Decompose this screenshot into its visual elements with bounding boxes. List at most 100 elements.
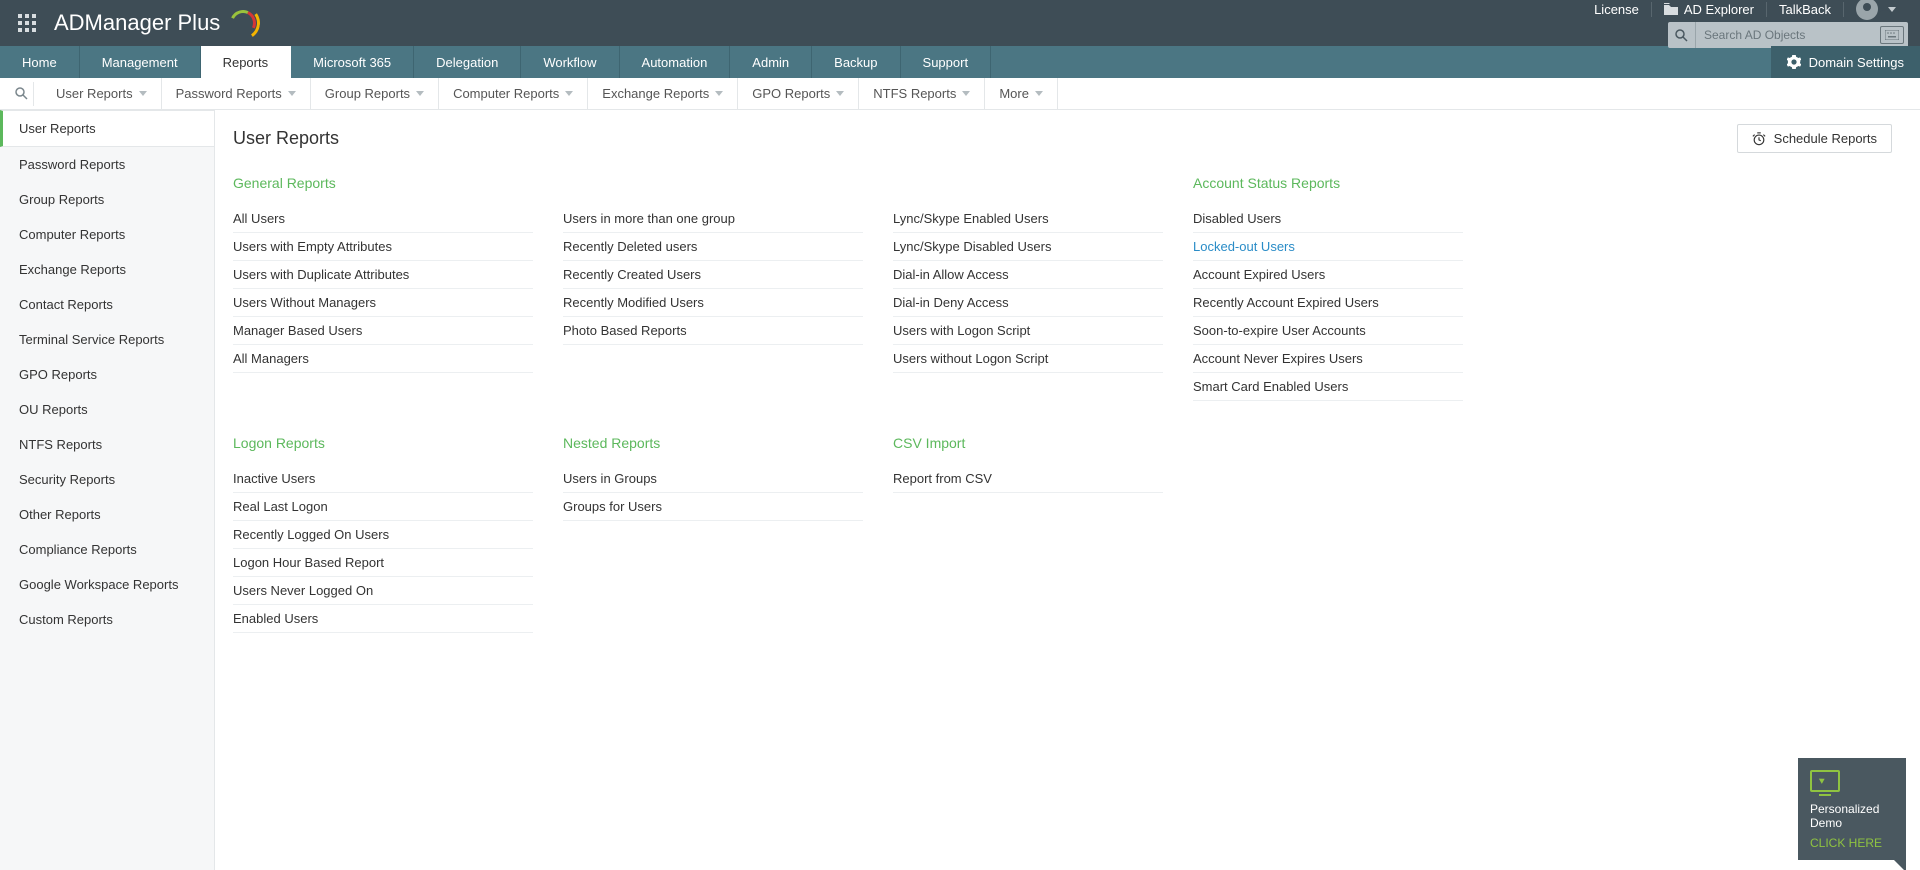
tab-microsoft-365[interactable]: Microsoft 365 [291,46,414,78]
sidebar-item-google-workspace-reports[interactable]: Google Workspace Reports [0,567,214,602]
tab-support[interactable]: Support [901,46,992,78]
report-link[interactable]: Recently Account Expired Users [1193,289,1463,317]
subnav-more[interactable]: More [985,78,1058,109]
report-link[interactable]: Soon-to-expire User Accounts [1193,317,1463,345]
keyboard-shortcut-icon [1880,26,1904,44]
tab-automation[interactable]: Automation [620,46,731,78]
report-link[interactable]: Dial-in Deny Access [893,289,1163,317]
sidebar-item-terminal-service-reports[interactable]: Terminal Service Reports [0,322,214,357]
report-link[interactable]: Disabled Users [1193,205,1463,233]
subnav-label: Computer Reports [453,86,559,101]
report-link[interactable]: Photo Based Reports [563,317,863,345]
report-link[interactable]: Users Without Managers [233,289,533,317]
report-link[interactable]: Users with Duplicate Attributes [233,261,533,289]
report-link[interactable]: Users in more than one group [563,205,863,233]
report-link[interactable]: Lync/Skype Disabled Users [893,233,1163,261]
demo-text-1: Personalized [1810,802,1894,816]
subnav-label: Password Reports [176,86,282,101]
license-link-label: License [1594,2,1639,17]
report-link[interactable]: Recently Created Users [563,261,863,289]
talkback-link[interactable]: TalkBack [1767,2,1844,17]
report-link[interactable]: Manager Based Users [233,317,533,345]
group-general-reports-col3: . Lync/Skype Enabled UsersLync/Skype Dis… [893,175,1193,401]
report-link[interactable]: Locked-out Users [1193,233,1463,261]
report-link[interactable]: All Managers [233,345,533,373]
report-link[interactable]: Logon Hour Based Report [233,549,533,577]
group-csv-import: CSV Import Report from CSV [893,435,1193,633]
subnav-gpo-reports[interactable]: GPO Reports [738,78,859,109]
user-menu[interactable] [1844,0,1908,20]
sidebar-item-ntfs-reports[interactable]: NTFS Reports [0,427,214,462]
report-link[interactable]: Account Never Expires Users [1193,345,1463,373]
tab-home[interactable]: Home [0,46,80,78]
license-link[interactable]: License [1582,2,1652,17]
sidebar-item-other-reports[interactable]: Other Reports [0,497,214,532]
report-link[interactable]: Users Never Logged On [233,577,533,605]
report-link[interactable]: Recently Deleted users [563,233,863,261]
group-general-reports: General Reports All UsersUsers with Empt… [233,175,563,401]
report-link[interactable]: Smart Card Enabled Users [1193,373,1463,401]
subnav-label: Exchange Reports [602,86,709,101]
sidebar-item-security-reports[interactable]: Security Reports [0,462,214,497]
report-link[interactable]: Inactive Users [233,465,533,493]
sidebar-item-exchange-reports[interactable]: Exchange Reports [0,252,214,287]
demo-cta[interactable]: CLICK HERE [1810,836,1894,850]
tab-reports[interactable]: Reports [201,46,292,78]
report-link[interactable]: Lync/Skype Enabled Users [893,205,1163,233]
subnav-group-reports[interactable]: Group Reports [311,78,439,109]
sidebar: User ReportsPassword ReportsGroup Report… [0,110,215,870]
subnav-ntfs-reports[interactable]: NTFS Reports [859,78,985,109]
report-link[interactable]: Users with Empty Attributes [233,233,533,261]
report-link[interactable]: Recently Logged On Users [233,521,533,549]
subnav-label: User Reports [56,86,133,101]
sidebar-item-ou-reports[interactable]: OU Reports [0,392,214,427]
sidebar-item-password-reports[interactable]: Password Reports [0,147,214,182]
subnav-search-icon[interactable] [10,82,34,106]
demo-card[interactable]: Personalized Demo CLICK HERE [1798,758,1906,860]
subnav-label: More [999,86,1029,101]
sidebar-item-user-reports[interactable]: User Reports [0,110,214,147]
chevron-down-icon [836,91,844,96]
subnav-label: GPO Reports [752,86,830,101]
gear-icon [1787,55,1801,69]
folder-icon [1664,3,1678,15]
report-link[interactable]: Dial-in Allow Access [893,261,1163,289]
report-link[interactable]: Users in Groups [563,465,863,493]
global-search[interactable] [1668,22,1908,48]
tab-workflow[interactable]: Workflow [521,46,619,78]
sidebar-item-compliance-reports[interactable]: Compliance Reports [0,532,214,567]
report-link[interactable]: Groups for Users [563,493,863,521]
subnav-user-reports[interactable]: User Reports [42,78,162,109]
sidebar-item-gpo-reports[interactable]: GPO Reports [0,357,214,392]
report-link[interactable]: Report from CSV [893,465,1163,493]
sidebar-item-custom-reports[interactable]: Custom Reports [0,602,214,637]
schedule-reports-button[interactable]: Schedule Reports [1737,124,1892,153]
report-link[interactable]: Recently Modified Users [563,289,863,317]
tab-admin[interactable]: Admin [730,46,812,78]
report-link[interactable]: All Users [233,205,533,233]
report-link[interactable]: Account Expired Users [1193,261,1463,289]
report-link[interactable]: Users with Logon Script [893,317,1163,345]
ad-explorer-link[interactable]: AD Explorer [1652,2,1767,17]
sidebar-item-computer-reports[interactable]: Computer Reports [0,217,214,252]
subnav-computer-reports[interactable]: Computer Reports [439,78,588,109]
tab-delegation[interactable]: Delegation [414,46,521,78]
alarm-clock-icon [1752,132,1766,146]
group-nested-reports: Nested Reports Users in GroupsGroups for… [563,435,893,633]
subnav-password-reports[interactable]: Password Reports [162,78,311,109]
demo-text-2: Demo [1810,816,1894,830]
report-link[interactable]: Real Last Logon [233,493,533,521]
report-link[interactable]: Enabled Users [233,605,533,633]
sidebar-item-group-reports[interactable]: Group Reports [0,182,214,217]
monitor-icon [1810,770,1840,792]
subnav-exchange-reports[interactable]: Exchange Reports [588,78,738,109]
tab-management[interactable]: Management [80,46,201,78]
report-link[interactable]: Users without Logon Script [893,345,1163,373]
tab-backup[interactable]: Backup [812,46,900,78]
global-search-input[interactable] [1696,28,1880,42]
apps-launcher-icon[interactable] [18,14,36,32]
ad-explorer-link-label: AD Explorer [1684,2,1754,17]
sidebar-item-contact-reports[interactable]: Contact Reports [0,287,214,322]
domain-settings-button[interactable]: Domain Settings [1771,46,1920,78]
main-nav: HomeManagementReportsMicrosoft 365Delega… [0,46,1920,78]
